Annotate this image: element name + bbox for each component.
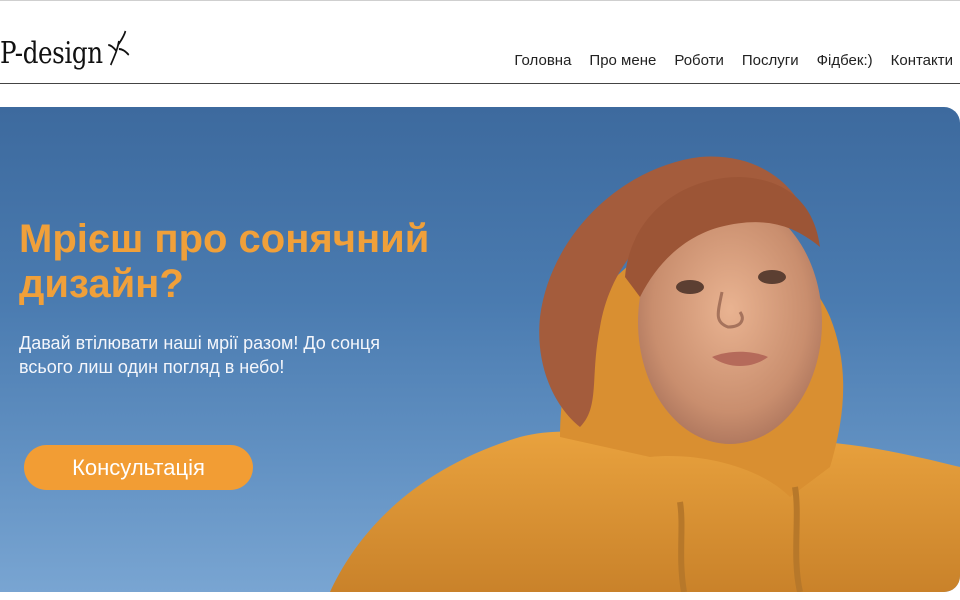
- main-nav: Головна Про мене Роботи Послуги Фідбек:)…: [514, 52, 953, 69]
- site-logo[interactable]: P-design: [0, 29, 131, 77]
- nav-item-contacts[interactable]: Контакти: [891, 52, 953, 69]
- antler-icon: [106, 29, 131, 77]
- nav-item-home[interactable]: Головна: [514, 52, 571, 69]
- nav-item-about[interactable]: Про мене: [589, 52, 656, 69]
- nav-item-works[interactable]: Роботи: [674, 52, 724, 69]
- hero-headline: Мрієш про сонячний дизайн?: [19, 217, 430, 306]
- consultation-button[interactable]: Консультація: [24, 445, 253, 490]
- hero-subtext: Давай втілювати наші мрії разом! До сонц…: [19, 333, 380, 377]
- logo-text: P-design: [0, 35, 103, 71]
- hero-banner: Мрієш про сонячний дизайн? Давай втілюва…: [0, 107, 960, 592]
- site-header: P-design Головна Про мене Роботи Послуги…: [0, 0, 960, 84]
- nav-item-feedback[interactable]: Фідбек:): [817, 52, 873, 69]
- nav-item-services[interactable]: Послуги: [742, 52, 799, 69]
